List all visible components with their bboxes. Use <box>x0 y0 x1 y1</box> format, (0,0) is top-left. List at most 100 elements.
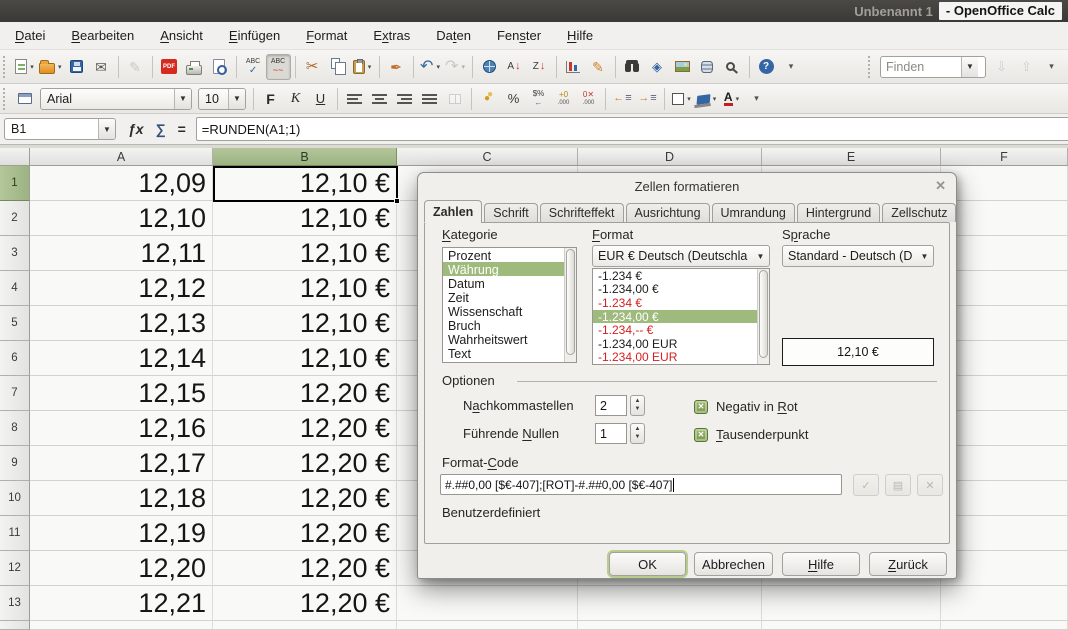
col-header-B[interactable]: B <box>213 148 397 166</box>
number-format-percent-icon[interactable]: % <box>501 87 526 111</box>
chevron-down-icon[interactable]: ▼ <box>174 89 191 109</box>
cell-B9[interactable]: 12,20 € <box>213 446 397 481</box>
category-item-bruch[interactable]: Bruch <box>443 318 576 332</box>
row-header-8[interactable]: 8 <box>0 411 30 446</box>
number-format-currency-icon[interactable]: ● <box>476 87 501 111</box>
cell-F12[interactable] <box>941 551 1068 586</box>
decimal-places-stepper[interactable]: 2 ▲▼ <box>595 395 645 416</box>
col-header-F[interactable]: F <box>941 148 1068 166</box>
format-item-0[interactable]: -1.234 € <box>593 269 769 283</box>
cell-F13[interactable] <box>941 586 1068 621</box>
align-right-icon[interactable] <box>392 87 417 111</box>
function-wizard-icon[interactable]: ƒx <box>128 121 144 137</box>
find-toolbar-overflow-icon[interactable]: ▾ <box>1039 54 1064 80</box>
cell-F1[interactable] <box>941 166 1068 201</box>
cell-reference[interactable]: B1 <box>5 122 98 136</box>
cell-F2[interactable] <box>941 201 1068 236</box>
row-header-13[interactable]: 13 <box>0 586 30 621</box>
sum-icon[interactable]: ∑ <box>156 121 166 137</box>
toolbar-overflow-icon[interactable]: ▾ <box>779 54 804 80</box>
add-decimal-place-icon[interactable]: +0.000 <box>551 87 576 111</box>
menu-item-daten[interactable]: Daten <box>423 23 484 48</box>
underline-icon[interactable]: U <box>308 87 333 111</box>
print-icon[interactable] <box>182 54 207 80</box>
format-code-input[interactable]: #.##0,00 [$€-407];[ROT]-#.##0,00 [$€-407… <box>440 474 842 495</box>
cancel-button[interactable]: Abbrechen <box>694 552 773 576</box>
spinner-arrows-icon[interactable]: ▲▼ <box>630 423 645 444</box>
thousands-separator-checkbox[interactable]: ✕ Tausenderpunkt <box>694 427 809 442</box>
cell-B6[interactable]: 12,10 € <box>213 341 397 376</box>
cell-F10[interactable] <box>941 481 1068 516</box>
cell-A9[interactable]: 12,17 <box>30 446 213 481</box>
row-header-6[interactable]: 6 <box>0 341 30 376</box>
format-item-6[interactable]: -1.234,00 EUR <box>593 351 769 365</box>
gallery-icon[interactable] <box>670 54 695 80</box>
tab-zellschutz[interactable]: Zellschutz <box>882 203 956 222</box>
find-combobox[interactable]: ▼ <box>880 56 986 78</box>
scrollbar-thumb[interactable] <box>566 249 575 355</box>
cell-A1[interactable]: 12,09 <box>30 166 213 201</box>
spinner-arrows-icon[interactable]: ▲▼ <box>630 395 645 416</box>
row-header-3[interactable]: 3 <box>0 236 30 271</box>
tab-schrifteffekt[interactable]: Schrifteffekt <box>540 203 624 222</box>
font-color-icon[interactable]: A▾ <box>719 87 744 111</box>
menu-item-einfuegen[interactable]: Einfügen <box>216 23 293 48</box>
align-center-icon[interactable] <box>367 87 392 111</box>
find-and-replace-icon[interactable] <box>620 54 645 80</box>
help-button[interactable]: Hilfe <box>782 552 860 576</box>
data-sources-icon[interactable] <box>695 54 720 80</box>
cell-A4[interactable]: 12,12 <box>30 271 213 306</box>
cell-C13[interactable] <box>397 586 578 621</box>
format-item-3[interactable]: -1.234,00 € <box>593 310 769 324</box>
align-justify-icon[interactable] <box>417 87 442 111</box>
menu-item-bearbeiten[interactable]: Bearbeiten <box>58 23 147 48</box>
cell-F5[interactable] <box>941 306 1068 341</box>
page-preview-icon[interactable] <box>207 54 232 80</box>
row-header-4[interactable]: 4 <box>0 271 30 306</box>
cell-B13[interactable]: 12,20 € <box>213 586 397 621</box>
cell-F9[interactable] <box>941 446 1068 481</box>
tab-zahlen[interactable]: Zahlen <box>424 200 482 222</box>
ok-button[interactable]: OK <box>609 552 686 576</box>
negative-red-checkbox[interactable]: ✕ Negativ in Rot <box>694 399 798 414</box>
insert-chart-icon[interactable] <box>561 54 586 80</box>
category-item-wahrheitswert[interactable]: Wahrheitswert <box>443 332 576 346</box>
number-format-standard-icon[interactable]: $%← <box>526 87 551 111</box>
menu-item-fenster[interactable]: Fenster <box>484 23 554 48</box>
cell-F6[interactable] <box>941 341 1068 376</box>
chevron-down-icon[interactable]: ▼ <box>752 246 769 266</box>
document-as-email-icon[interactable]: ✉ <box>89 54 114 80</box>
spellcheck-icon[interactable]: ABC✓ <box>241 54 266 80</box>
cell-B4[interactable]: 12,10 € <box>213 271 397 306</box>
hyperlink-icon[interactable] <box>477 54 502 80</box>
cell-A5[interactable]: 12,13 <box>30 306 213 341</box>
tab-umrandung[interactable]: Umrandung <box>712 203 795 222</box>
cell-A13[interactable]: 12,21 <box>30 586 213 621</box>
formula-icon[interactable]: = <box>178 121 186 137</box>
cell-B2[interactable]: 12,10 € <box>213 201 397 236</box>
cell-F3[interactable] <box>941 236 1068 271</box>
currency-format-combobox[interactable]: EUR € Deutsch (Deutschla ▼ <box>592 245 770 267</box>
help-icon[interactable]: ? <box>754 54 779 80</box>
cell-B11[interactable]: 12,20 € <box>213 516 397 551</box>
copy-icon[interactable] <box>325 54 350 80</box>
col-header-A[interactable]: A <box>30 148 213 166</box>
paste-icon[interactable]: ▾ <box>350 54 375 80</box>
row-header-partial[interactable] <box>0 621 30 630</box>
category-scrollbar[interactable] <box>564 248 576 362</box>
sort-descending-icon[interactable]: Z↓ <box>527 54 552 80</box>
leading-zeros-stepper[interactable]: 1 ▲▼ <box>595 423 645 444</box>
category-item-datum[interactable]: Datum <box>443 276 576 290</box>
cell-A10[interactable]: 12,18 <box>30 481 213 516</box>
increase-indent-icon[interactable]: →≡ <box>635 87 660 111</box>
find-input[interactable] <box>881 60 961 74</box>
decrease-indent-icon[interactable]: ←≡ <box>610 87 635 111</box>
language-combobox[interactable]: Standard - Deutsch (D ▼ <box>782 245 934 267</box>
cell-B8[interactable]: 12,20 € <box>213 411 397 446</box>
borders-icon[interactable]: ▾ <box>669 87 694 111</box>
navigator-icon[interactable]: ◈ <box>645 54 670 80</box>
format-item-5[interactable]: -1.234,00 EUR <box>593 337 769 351</box>
cell-A8[interactable]: 12,16 <box>30 411 213 446</box>
fill-handle[interactable] <box>394 198 400 204</box>
cell-F7[interactable] <box>941 376 1068 411</box>
